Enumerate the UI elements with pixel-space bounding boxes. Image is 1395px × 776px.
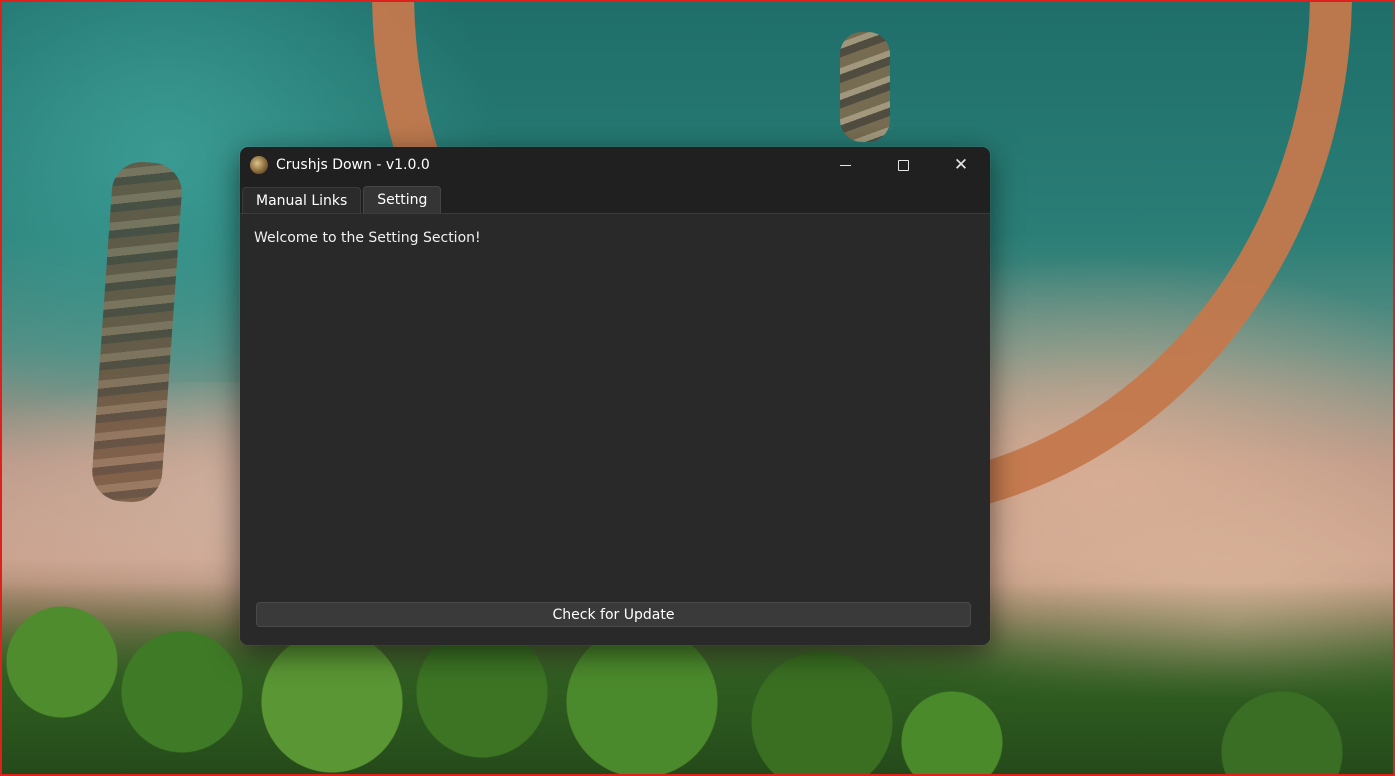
wallpaper-rocks-top	[840, 32, 890, 142]
setting-panel: Welcome to the Setting Section! Check fo…	[240, 213, 990, 645]
title-bar[interactable]: Crushjs Down - v1.0.0 ✕	[240, 147, 990, 183]
app-window: Crushjs Down - v1.0.0 ✕ Manual Links Set…	[240, 147, 990, 645]
maximize-button[interactable]	[874, 147, 932, 183]
window-controls: ✕	[816, 147, 990, 183]
tab-manual-links[interactable]: Manual Links	[242, 187, 362, 213]
app-icon	[250, 156, 268, 174]
maximize-icon	[897, 159, 909, 171]
minimize-icon	[839, 164, 851, 166]
tab-setting[interactable]: Setting	[363, 186, 442, 213]
check-for-update-button[interactable]: Check for Update	[256, 602, 971, 627]
close-button[interactable]: ✕	[932, 147, 990, 183]
welcome-text: Welcome to the Setting Section!	[254, 230, 481, 246]
desktop-wallpaper: Crushjs Down - v1.0.0 ✕ Manual Links Set…	[0, 0, 1395, 776]
minimize-button[interactable]	[816, 147, 874, 183]
tab-bar: Manual Links Setting	[242, 186, 442, 213]
window-title: Crushjs Down - v1.0.0	[276, 157, 430, 173]
close-icon: ✕	[953, 154, 969, 175]
